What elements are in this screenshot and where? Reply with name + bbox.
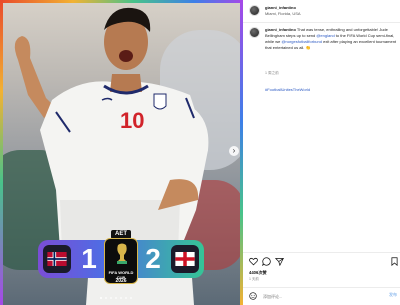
- world-cup-logo: FIFA WORLD CUP 2026: [104, 238, 138, 284]
- logo-year: 2026: [115, 278, 127, 284]
- color-frame: [0, 0, 3, 305]
- hashtag-link[interactable]: #FootballUnitesTheWorld: [265, 87, 310, 92]
- mention-norges[interactable]: @norgesfotballforbund: [281, 39, 322, 44]
- mention-england[interactable]: @england: [316, 33, 334, 38]
- caption-username[interactable]: gianni_infantino: [265, 27, 296, 32]
- divider: [243, 22, 400, 23]
- thumbs-up-icon: 👏: [305, 45, 311, 50]
- carousel-dot: [100, 297, 102, 299]
- carousel-dot: [125, 297, 127, 299]
- jersey-number: 10: [120, 108, 145, 133]
- post-comment-button[interactable]: 发布: [389, 292, 397, 298]
- england-flag-icon: [175, 252, 195, 266]
- post-header: gianni_infantino Miami, Florida, USA: [249, 4, 399, 20]
- post-age: 1 天前: [249, 277, 259, 281]
- emoji-icon[interactable]: [249, 292, 257, 300]
- next-image-arrow-icon[interactable]: ›: [229, 146, 239, 156]
- carousel-dot: [120, 297, 122, 299]
- divider: [243, 252, 400, 253]
- carousel-dots: [100, 297, 144, 301]
- header-username[interactable]: gianni_infantino: [265, 5, 296, 10]
- england-flag: [171, 245, 199, 273]
- trophy-icon: [117, 243, 127, 264]
- comment-input[interactable]: [263, 292, 383, 300]
- likes-count[interactable]: 4406次赞: [249, 270, 267, 276]
- home-score: 1: [81, 243, 97, 274]
- norway-flag-icon: [47, 252, 67, 266]
- carousel-dot: [130, 297, 132, 299]
- post-image[interactable]: 10 AET 1 FIFA WORLD CUP 2026 2 ›: [0, 0, 243, 305]
- header-location[interactable]: Miami, Florida, USA: [265, 11, 301, 16]
- carousel-dot: [110, 297, 112, 299]
- post-detail-panel: gianni_infantino Miami, Florida, USA gia…: [243, 0, 400, 305]
- heart-icon[interactable]: [249, 257, 258, 266]
- bookmark-icon[interactable]: [390, 257, 399, 266]
- carousel-dot: [115, 297, 117, 299]
- avatar[interactable]: [249, 27, 260, 38]
- post-time: 1 周之前: [265, 71, 279, 75]
- color-frame: [0, 0, 243, 3]
- score-bar: 1 FIFA WORLD CUP 2026 2: [38, 238, 204, 284]
- action-bar: [249, 257, 399, 267]
- avatar[interactable]: [249, 5, 260, 16]
- scoreboard: AET 1 FIFA WORLD CUP 2026 2: [38, 230, 204, 286]
- norway-flag: [43, 245, 71, 273]
- comment-bar: 发布: [249, 291, 399, 301]
- caption-text: gianni_infantino That was tense, enthral…: [265, 27, 399, 51]
- divider: [243, 287, 400, 288]
- away-score: 2: [145, 243, 161, 274]
- carousel-dot: [105, 297, 107, 299]
- comment-icon[interactable]: [262, 257, 271, 266]
- share-icon[interactable]: [275, 257, 284, 266]
